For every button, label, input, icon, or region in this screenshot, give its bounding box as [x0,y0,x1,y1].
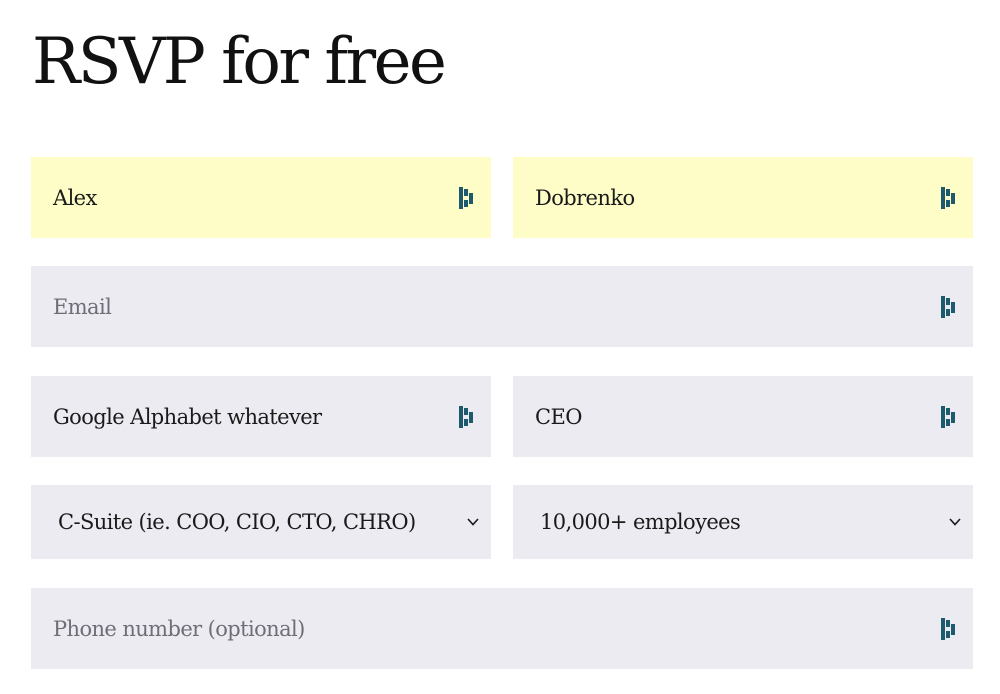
job-level-selected: C-Suite (ie. COO, CIO, CTO, CHRO) [58,510,416,534]
last-name-field[interactable]: Dobrenko [513,157,973,238]
page-title: RSVP for free [32,25,447,99]
company-field[interactable]: Google Alphabet whatever [31,376,491,457]
chevron-down-icon [467,518,479,526]
last-name-value: Dobrenko [535,185,635,210]
email-placeholder: Email [53,294,112,319]
phone-placeholder: Phone number (optional) [53,616,305,641]
company-size-selected: 10,000+ employees [540,510,741,534]
email-field[interactable]: Email [31,266,973,347]
password-manager-icon[interactable] [941,186,957,209]
company-value: Google Alphabet whatever [53,404,322,429]
chevron-down-icon [949,518,961,526]
password-manager-icon[interactable] [459,186,475,209]
password-manager-icon[interactable] [941,295,957,318]
first-name-field[interactable]: Alex [31,157,491,238]
password-manager-icon[interactable] [941,617,957,640]
password-manager-icon[interactable] [459,405,475,428]
company-size-select[interactable]: 10,000+ employees [513,485,973,559]
job-title-value: CEO [535,404,582,429]
phone-field[interactable]: Phone number (optional) [31,588,973,669]
first-name-value: Alex [53,185,97,210]
job-title-field[interactable]: CEO [513,376,973,457]
password-manager-icon[interactable] [941,405,957,428]
job-level-select[interactable]: C-Suite (ie. COO, CIO, CTO, CHRO) [31,485,491,559]
